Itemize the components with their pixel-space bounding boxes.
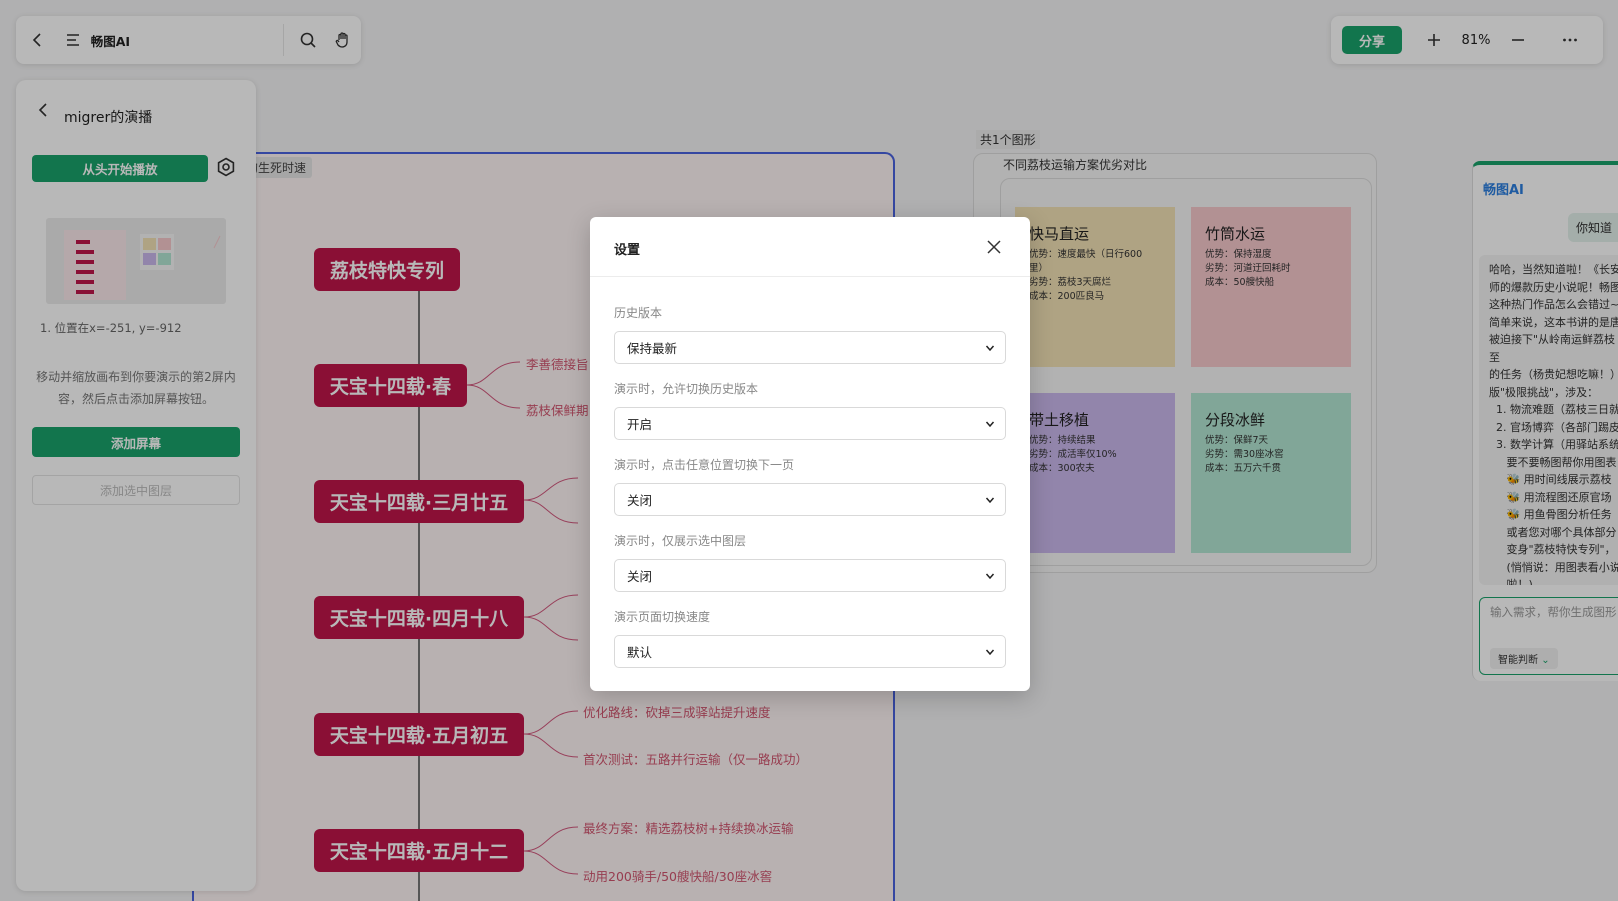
chevron-down-icon (985, 573, 995, 579)
transition-speed-select[interactable]: 默认 (614, 635, 1006, 668)
dialog-header: 设置 (590, 217, 1030, 277)
field-allow-switch-version: 演示时，允许切换历史版本 开启 (614, 380, 1006, 440)
select-value: 关闭 (627, 569, 653, 584)
select-value: 关闭 (627, 493, 653, 508)
close-button[interactable] (984, 237, 1004, 257)
field-label: 历史版本 (614, 306, 663, 320)
chevron-down-icon (985, 649, 995, 655)
allow-switch-version-select[interactable]: 开启 (614, 407, 1006, 440)
only-selected-layer-select[interactable]: 关闭 (614, 559, 1006, 592)
chevron-down-icon (985, 497, 995, 503)
dialog-title: 设置 (614, 243, 641, 258)
chevron-down-icon (985, 421, 995, 427)
field-transition-speed: 演示页面切换速度 默认 (614, 608, 1006, 668)
history-version-select[interactable]: 保持最新 (614, 331, 1006, 364)
field-history-version: 历史版本 保持最新 (614, 304, 1006, 364)
select-value: 默认 (627, 645, 653, 660)
field-click-next-page: 演示时，点击任意位置切换下一页 关闭 (614, 456, 1006, 516)
field-only-selected-layer: 演示时，仅展示选中图层 关闭 (614, 532, 1006, 592)
field-label: 演示页面切换速度 (614, 610, 711, 624)
select-value: 开启 (627, 417, 653, 432)
click-next-page-select[interactable]: 关闭 (614, 483, 1006, 516)
close-icon (987, 240, 1001, 254)
field-label: 演示时，允许切换历史版本 (614, 382, 759, 396)
field-label: 演示时，仅展示选中图层 (614, 534, 747, 548)
field-label: 演示时，点击任意位置切换下一页 (614, 458, 795, 472)
settings-dialog: 设置 历史版本 保持最新 演示时，允许切换历史版本 开启 演示时，点击任意位置切… (590, 217, 1030, 691)
select-value: 保持最新 (627, 341, 678, 356)
chevron-down-icon (985, 345, 995, 351)
